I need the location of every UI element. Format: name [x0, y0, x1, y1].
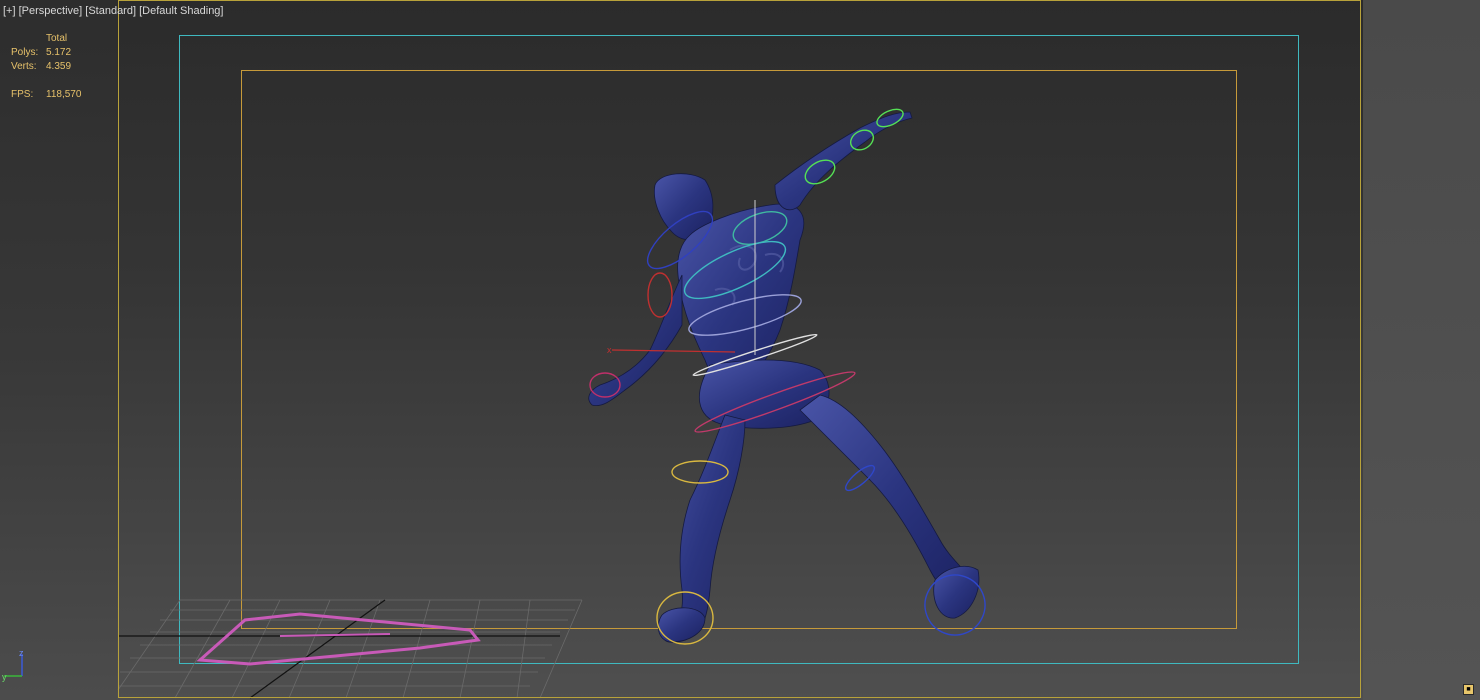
polys-value: 5.172	[46, 47, 72, 58]
svg-text:z: z	[19, 648, 24, 658]
ground-control-rig	[196, 612, 481, 666]
ground-grid	[117, 599, 583, 699]
viewport-view-button[interactable]: [Perspective]	[19, 5, 83, 17]
scene-3d[interactable]: x z y	[0, 0, 1480, 700]
viewport-menu-button[interactable]: [+]	[3, 5, 16, 17]
viewport-label-menu: [+] [Perspective] [Standard] [Default Sh…	[3, 5, 223, 17]
fps-value: 118,570	[46, 89, 82, 100]
verts-value: 4.359	[46, 61, 72, 72]
character-mesh	[588, 111, 980, 643]
viewport-corner-button[interactable]: ■	[1463, 684, 1474, 695]
stats-header: Total	[46, 33, 68, 44]
gizmo-x-label: x	[607, 345, 612, 355]
axis-tripod: z y	[2, 648, 24, 682]
verts-label: Verts:	[11, 61, 37, 72]
statistics-overlay: Total Polys: 5.172 Verts: 4.359 FPS: 118,57…	[11, 32, 81, 102]
viewport-style-button[interactable]: [Standard]	[85, 5, 136, 17]
svg-text:y: y	[2, 672, 7, 682]
fps-label: FPS:	[11, 89, 34, 100]
viewport-shading-button[interactable]: [Default Shading]	[139, 5, 223, 17]
polys-label: Polys:	[11, 47, 39, 58]
